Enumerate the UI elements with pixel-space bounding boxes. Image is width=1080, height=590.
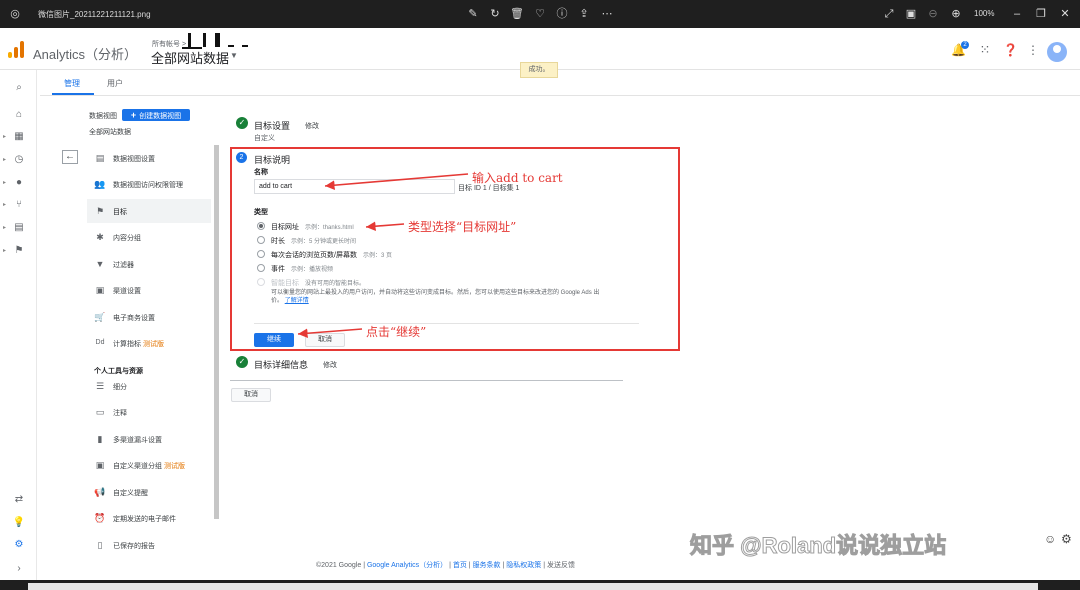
arrow-to-continue-button bbox=[297, 328, 363, 339]
footer-copyright: ©2021 Google | bbox=[316, 562, 367, 569]
footer-ga-link[interactable]: Google Analytics（分析） bbox=[367, 562, 447, 569]
footer-terms-link[interactable]: 服务条款 bbox=[473, 562, 501, 569]
footer-home-link[interactable]: 首页 bbox=[453, 562, 467, 569]
viewer-bottom-strip bbox=[0, 580, 1080, 590]
filmstrip bbox=[28, 583, 1038, 590]
footer-feedback-link[interactable]: 发送反馈 bbox=[547, 562, 575, 569]
watermark: 知乎 @Roland说说独立站 bbox=[689, 533, 947, 559]
annotation-arrows bbox=[297, 173, 469, 339]
arrow-to-destination-radio bbox=[365, 221, 405, 232]
footer-privacy-link[interactable]: 隐私权政策 bbox=[506, 562, 541, 569]
arrow-to-name-input bbox=[324, 173, 469, 190]
settings-gear-icon[interactable]: ⚙ bbox=[1061, 532, 1072, 546]
page-footer: ©2021 Google | Google Analytics（分析） | 首页… bbox=[316, 560, 575, 570]
feedback-smiley-icon[interactable]: ☺ bbox=[1044, 532, 1056, 546]
